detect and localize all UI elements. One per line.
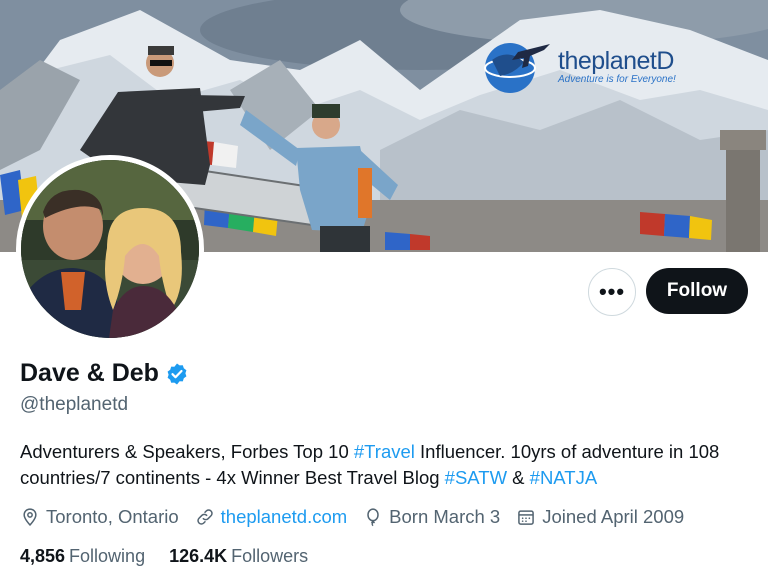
globe-plane-icon bbox=[478, 38, 552, 96]
profile-meta: Toronto, Ontario theplanetd.com Born Mar… bbox=[20, 506, 700, 528]
more-options-button[interactable]: ••• bbox=[588, 268, 636, 316]
hashtag-natja-link[interactable]: #NATJA bbox=[530, 467, 598, 488]
following-label: Following bbox=[69, 546, 146, 566]
profile-handle: @theplanetd bbox=[20, 394, 129, 415]
hashtag-travel-link[interactable]: #Travel bbox=[354, 441, 415, 462]
bio-text: & bbox=[507, 467, 530, 488]
bio-text: Adventurers & Speakers, Forbes Top 10 bbox=[20, 441, 354, 462]
verified-badge-icon[interactable] bbox=[165, 362, 189, 386]
profile-stats: 4,856 Following 126.4K Followers bbox=[20, 546, 332, 567]
link-icon bbox=[196, 509, 213, 525]
profile-bio: Adventurers & Speakers, Forbes Top 10 #T… bbox=[20, 439, 755, 491]
brand-name: theplanetD bbox=[558, 47, 674, 75]
balloon-icon bbox=[367, 508, 379, 527]
calendar-icon bbox=[518, 510, 535, 525]
hashtag-satw-link[interactable]: #SATW bbox=[445, 467, 507, 488]
birthday-text: Born March 3 bbox=[389, 506, 501, 527]
birthday-item: Born March 3 bbox=[363, 506, 500, 528]
joined-item: Joined April 2009 bbox=[516, 506, 684, 528]
avatar-photo bbox=[21, 160, 199, 338]
followers-label: Followers bbox=[231, 546, 309, 566]
website-item: theplanetd.com bbox=[195, 506, 348, 528]
more-icon: ••• bbox=[598, 279, 626, 304]
website-link[interactable]: theplanetd.com bbox=[221, 506, 348, 528]
brand-logo: theplanetD Adventure is for Everyone! bbox=[478, 38, 676, 96]
location-item: Toronto, Ontario bbox=[20, 506, 179, 528]
location-text: Toronto, Ontario bbox=[46, 506, 179, 527]
avatar[interactable] bbox=[16, 155, 204, 343]
display-name: Dave & Deb bbox=[20, 359, 159, 387]
profile-name-row: Dave & Deb bbox=[20, 359, 189, 388]
followers-count: 126.4K bbox=[169, 546, 228, 566]
following-link[interactable]: 4,856 Following bbox=[20, 546, 145, 567]
brand-tagline: Adventure is for Everyone! bbox=[558, 74, 676, 85]
followers-link[interactable]: 126.4K Followers bbox=[169, 546, 308, 567]
joined-text: Joined April 2009 bbox=[542, 506, 685, 527]
follow-button[interactable]: Follow bbox=[646, 268, 748, 314]
following-count: 4,856 bbox=[20, 546, 66, 566]
location-pin-icon bbox=[23, 508, 37, 526]
